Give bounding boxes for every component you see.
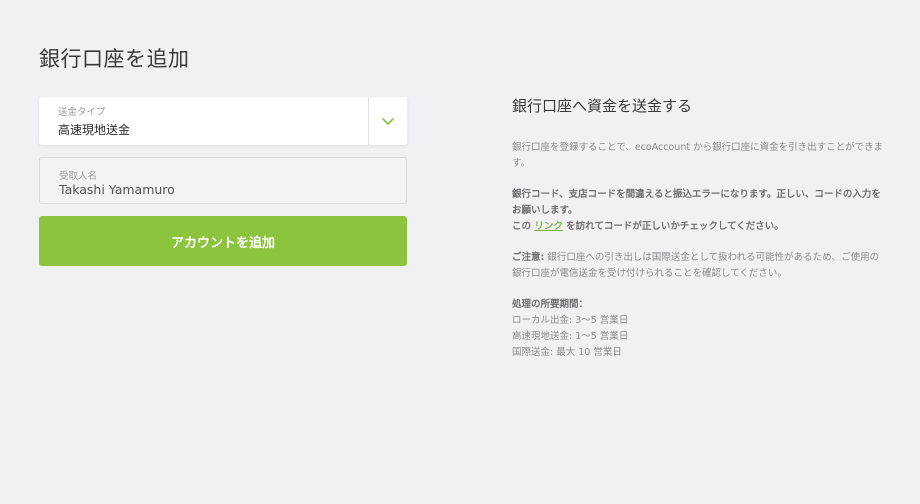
processing-title: 処理の所要期間： [512,299,589,310]
transfer-type-label: 送金タイプ [58,107,106,118]
info-title: 銀行口座へ資金を送金する [512,97,693,115]
add-account-button[interactable]: アカウントを追加 [39,216,407,266]
recipient-name-input[interactable] [59,182,379,197]
warning-prefix: この [512,221,532,232]
processing-times: 処理の所要期間： ローカル出金: 3〜5 営業日 高速現地送金: 1〜5 営業日… [512,297,884,361]
info-panel: 銀行口座へ資金を送金する 銀行口座を登録することで、ecoAccount から銀… [512,95,884,376]
info-intro: 銀行口座を登録することで、ecoAccount から銀行口座に資金を引き出すこと… [512,142,884,169]
processing-item-local: ローカル出金: 3〜5 営業日 [512,315,629,326]
notice-label: ご注意: [512,252,545,263]
code-check-link[interactable]: リンク [534,221,563,232]
info-notice: ご注意: 銀行口座への引き出しは国際送金として扱われる可能性があるため、ご使用の… [512,250,884,282]
notice-text: 銀行口座への引き出しは国際送金として扱われる可能性があるため、ご使用の銀行口座が… [512,252,880,279]
transfer-type-value: 高速現地送金 [58,123,131,137]
transfer-type-select[interactable]: 送金タイプ 高速現地送金 [39,97,407,145]
processing-item-international: 国際送金: 最大 10 営業日 [512,347,622,358]
processing-item-fast: 高速現地送金: 1〜5 営業日 [512,331,629,342]
info-warning: 銀行コード、支店コードを間違えると振込エラーになります。正しい、コードの入力をお… [512,187,884,235]
recipient-name-label: 受取人名 [59,171,98,182]
select-divider [368,97,369,145]
page-title: 銀行口座を追加 [39,47,190,71]
chevron-down-icon[interactable] [381,114,395,128]
add-bank-account-form: 送金タイプ 高速現地送金 受取人名 アカウントを追加 [39,97,407,266]
warning-suffix: を訪れてコードが正しいかチェックしてください。 [566,221,784,232]
recipient-name-field[interactable]: 受取人名 [39,157,407,204]
warning-line: 銀行コード、支店コードを間違えると振込エラーになります。正しい、コードの入力をお… [512,189,881,216]
